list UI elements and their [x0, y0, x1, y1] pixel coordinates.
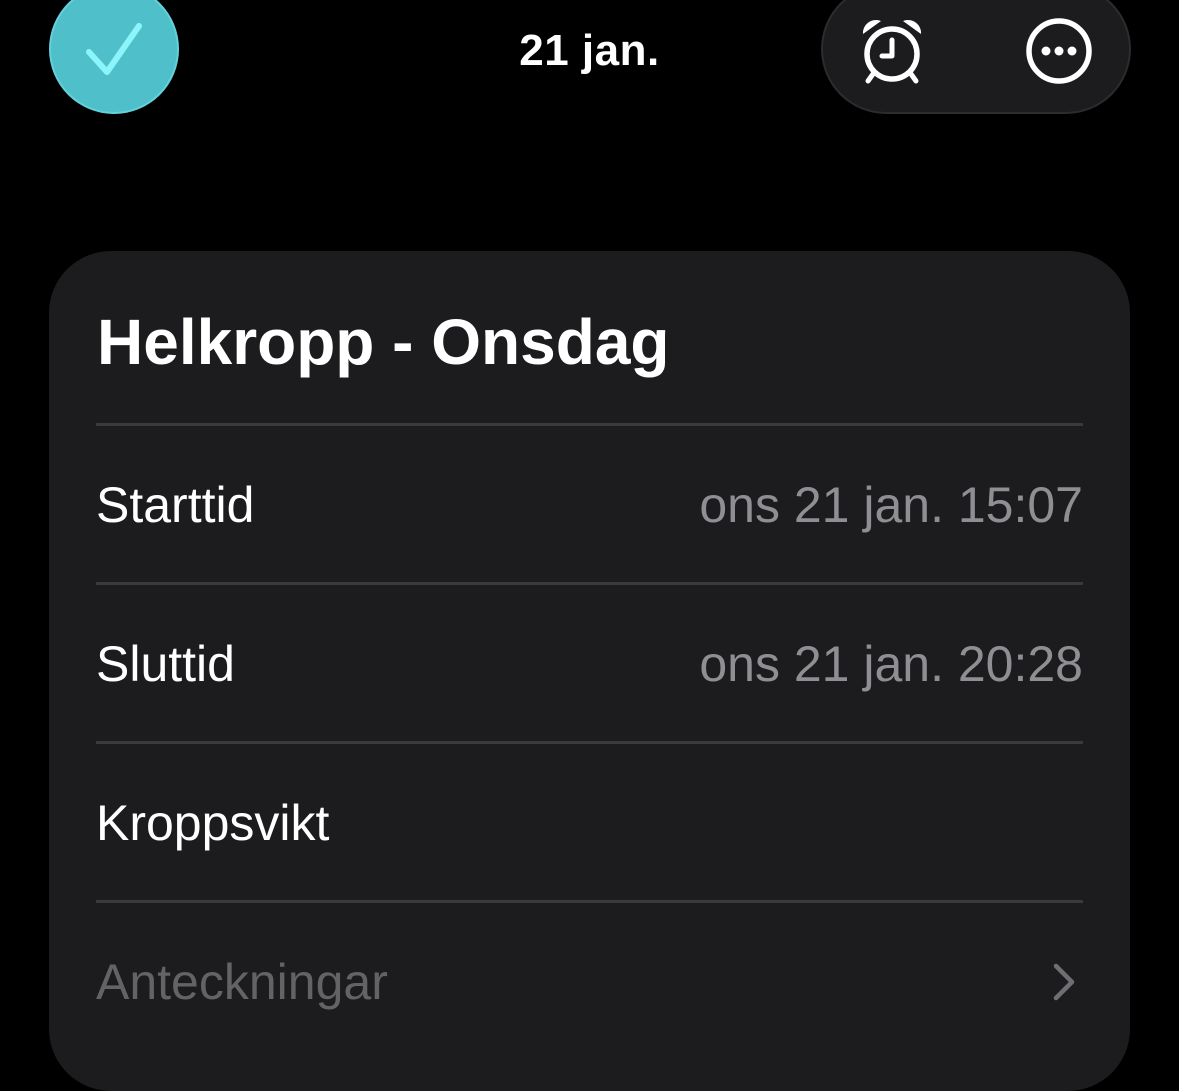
alarm-button[interactable] [852, 11, 932, 91]
divider [96, 741, 1083, 744]
chevron-right-icon [1051, 962, 1077, 1002]
row-body-weight[interactable]: Kroppsvikt [96, 745, 1083, 901]
row-end-time[interactable]: Sluttid ons 21 jan. 20:28 [96, 586, 1083, 742]
divider [96, 582, 1083, 585]
row-start-time[interactable]: Starttid ons 21 jan. 15:07 [96, 427, 1083, 583]
row-notes[interactable]: Anteckningar [96, 904, 1083, 1060]
start-time-label: Starttid [96, 477, 255, 533]
end-time-label: Sluttid [96, 636, 235, 692]
divider [96, 900, 1083, 903]
notes-label: Anteckningar [96, 954, 388, 1010]
header-actions [823, 0, 1129, 112]
workout-title[interactable]: Helkropp - Onsdag [97, 307, 670, 377]
start-time-value[interactable]: ons 21 jan. 15:07 [699, 477, 1083, 533]
divider [96, 423, 1083, 426]
body-weight-label: Kroppsvikt [96, 795, 330, 851]
alarm-clock-icon [862, 19, 922, 84]
ellipsis-circle-icon [1026, 18, 1092, 84]
end-time-value[interactable]: ons 21 jan. 20:28 [699, 636, 1083, 692]
workout-card: Helkropp - Onsdag Starttid ons 21 jan. 1… [49, 251, 1130, 1091]
more-button[interactable] [1019, 11, 1099, 91]
